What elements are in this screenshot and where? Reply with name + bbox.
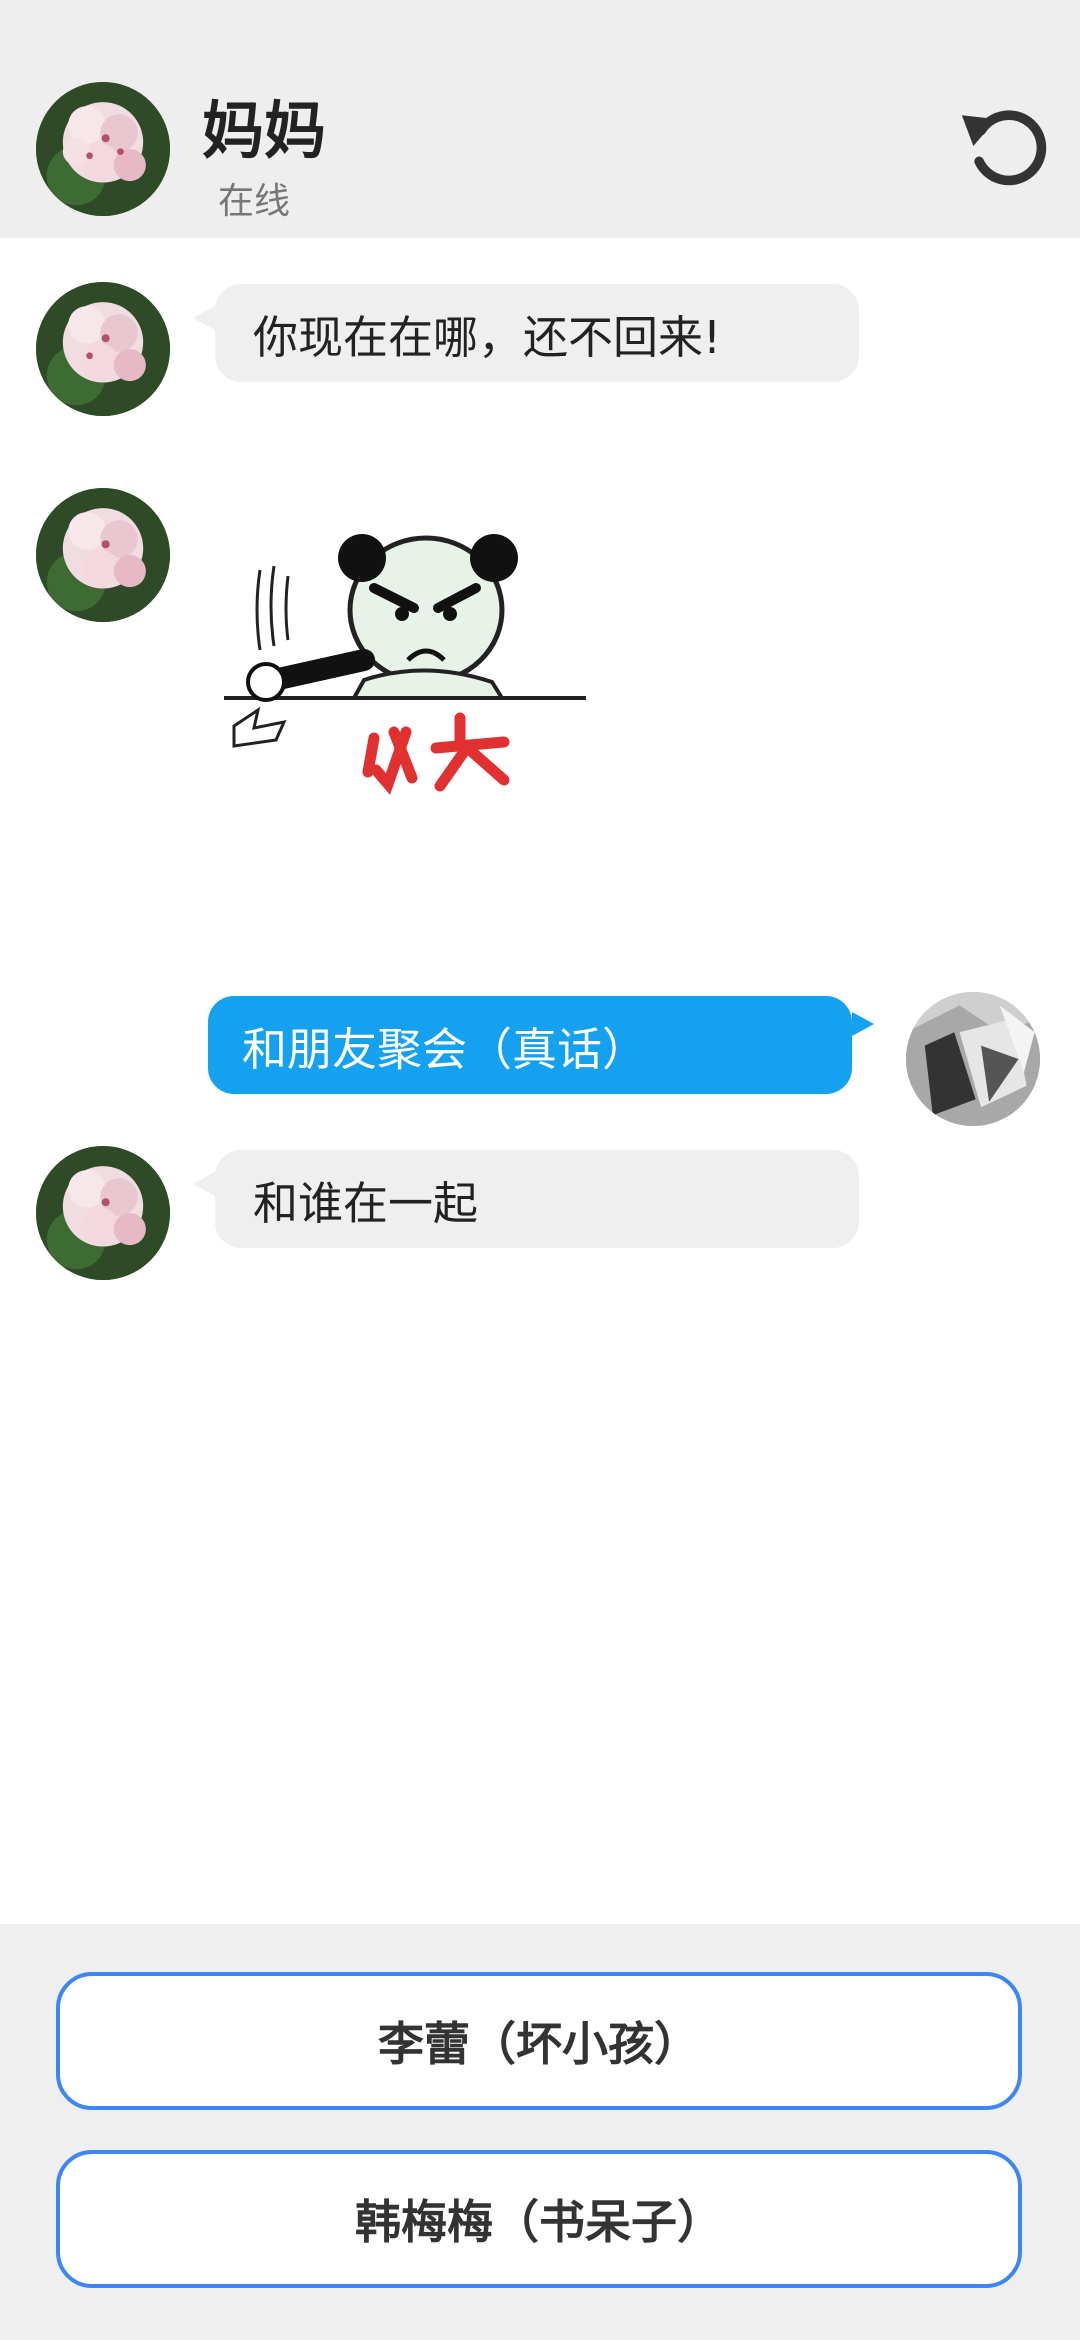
contact-name: 妈妈 <box>202 94 327 167</box>
reply-choices-panel: 李蕾（坏小孩） 韩梅梅（书呆子） <box>0 1924 1080 2340</box>
message-avatar <box>36 282 170 416</box>
contact-avatar[interactable] <box>36 82 170 216</box>
incoming-message: 和谁在一起 <box>193 1150 859 1248</box>
chat-header: 妈妈 在线 <box>0 0 1080 238</box>
message-avatar <box>36 1146 170 1280</box>
choice-button[interactable]: 韩梅梅（书呆子） <box>56 2150 1022 2288</box>
my-avatar[interactable] <box>906 992 1040 1126</box>
outgoing-message: 和朋友聚会（真话） <box>208 996 874 1094</box>
choice-button[interactable]: 李蕾（坏小孩） <box>56 1972 1022 2110</box>
message-avatar <box>36 488 170 622</box>
angry-panda-sticker[interactable] <box>214 510 594 810</box>
refresh-button[interactable] <box>946 86 1066 206</box>
refresh-icon <box>961 110 1047 186</box>
contact-status: 在线 <box>218 181 291 222</box>
incoming-message: 你现在在哪，还不回来! <box>193 284 859 382</box>
